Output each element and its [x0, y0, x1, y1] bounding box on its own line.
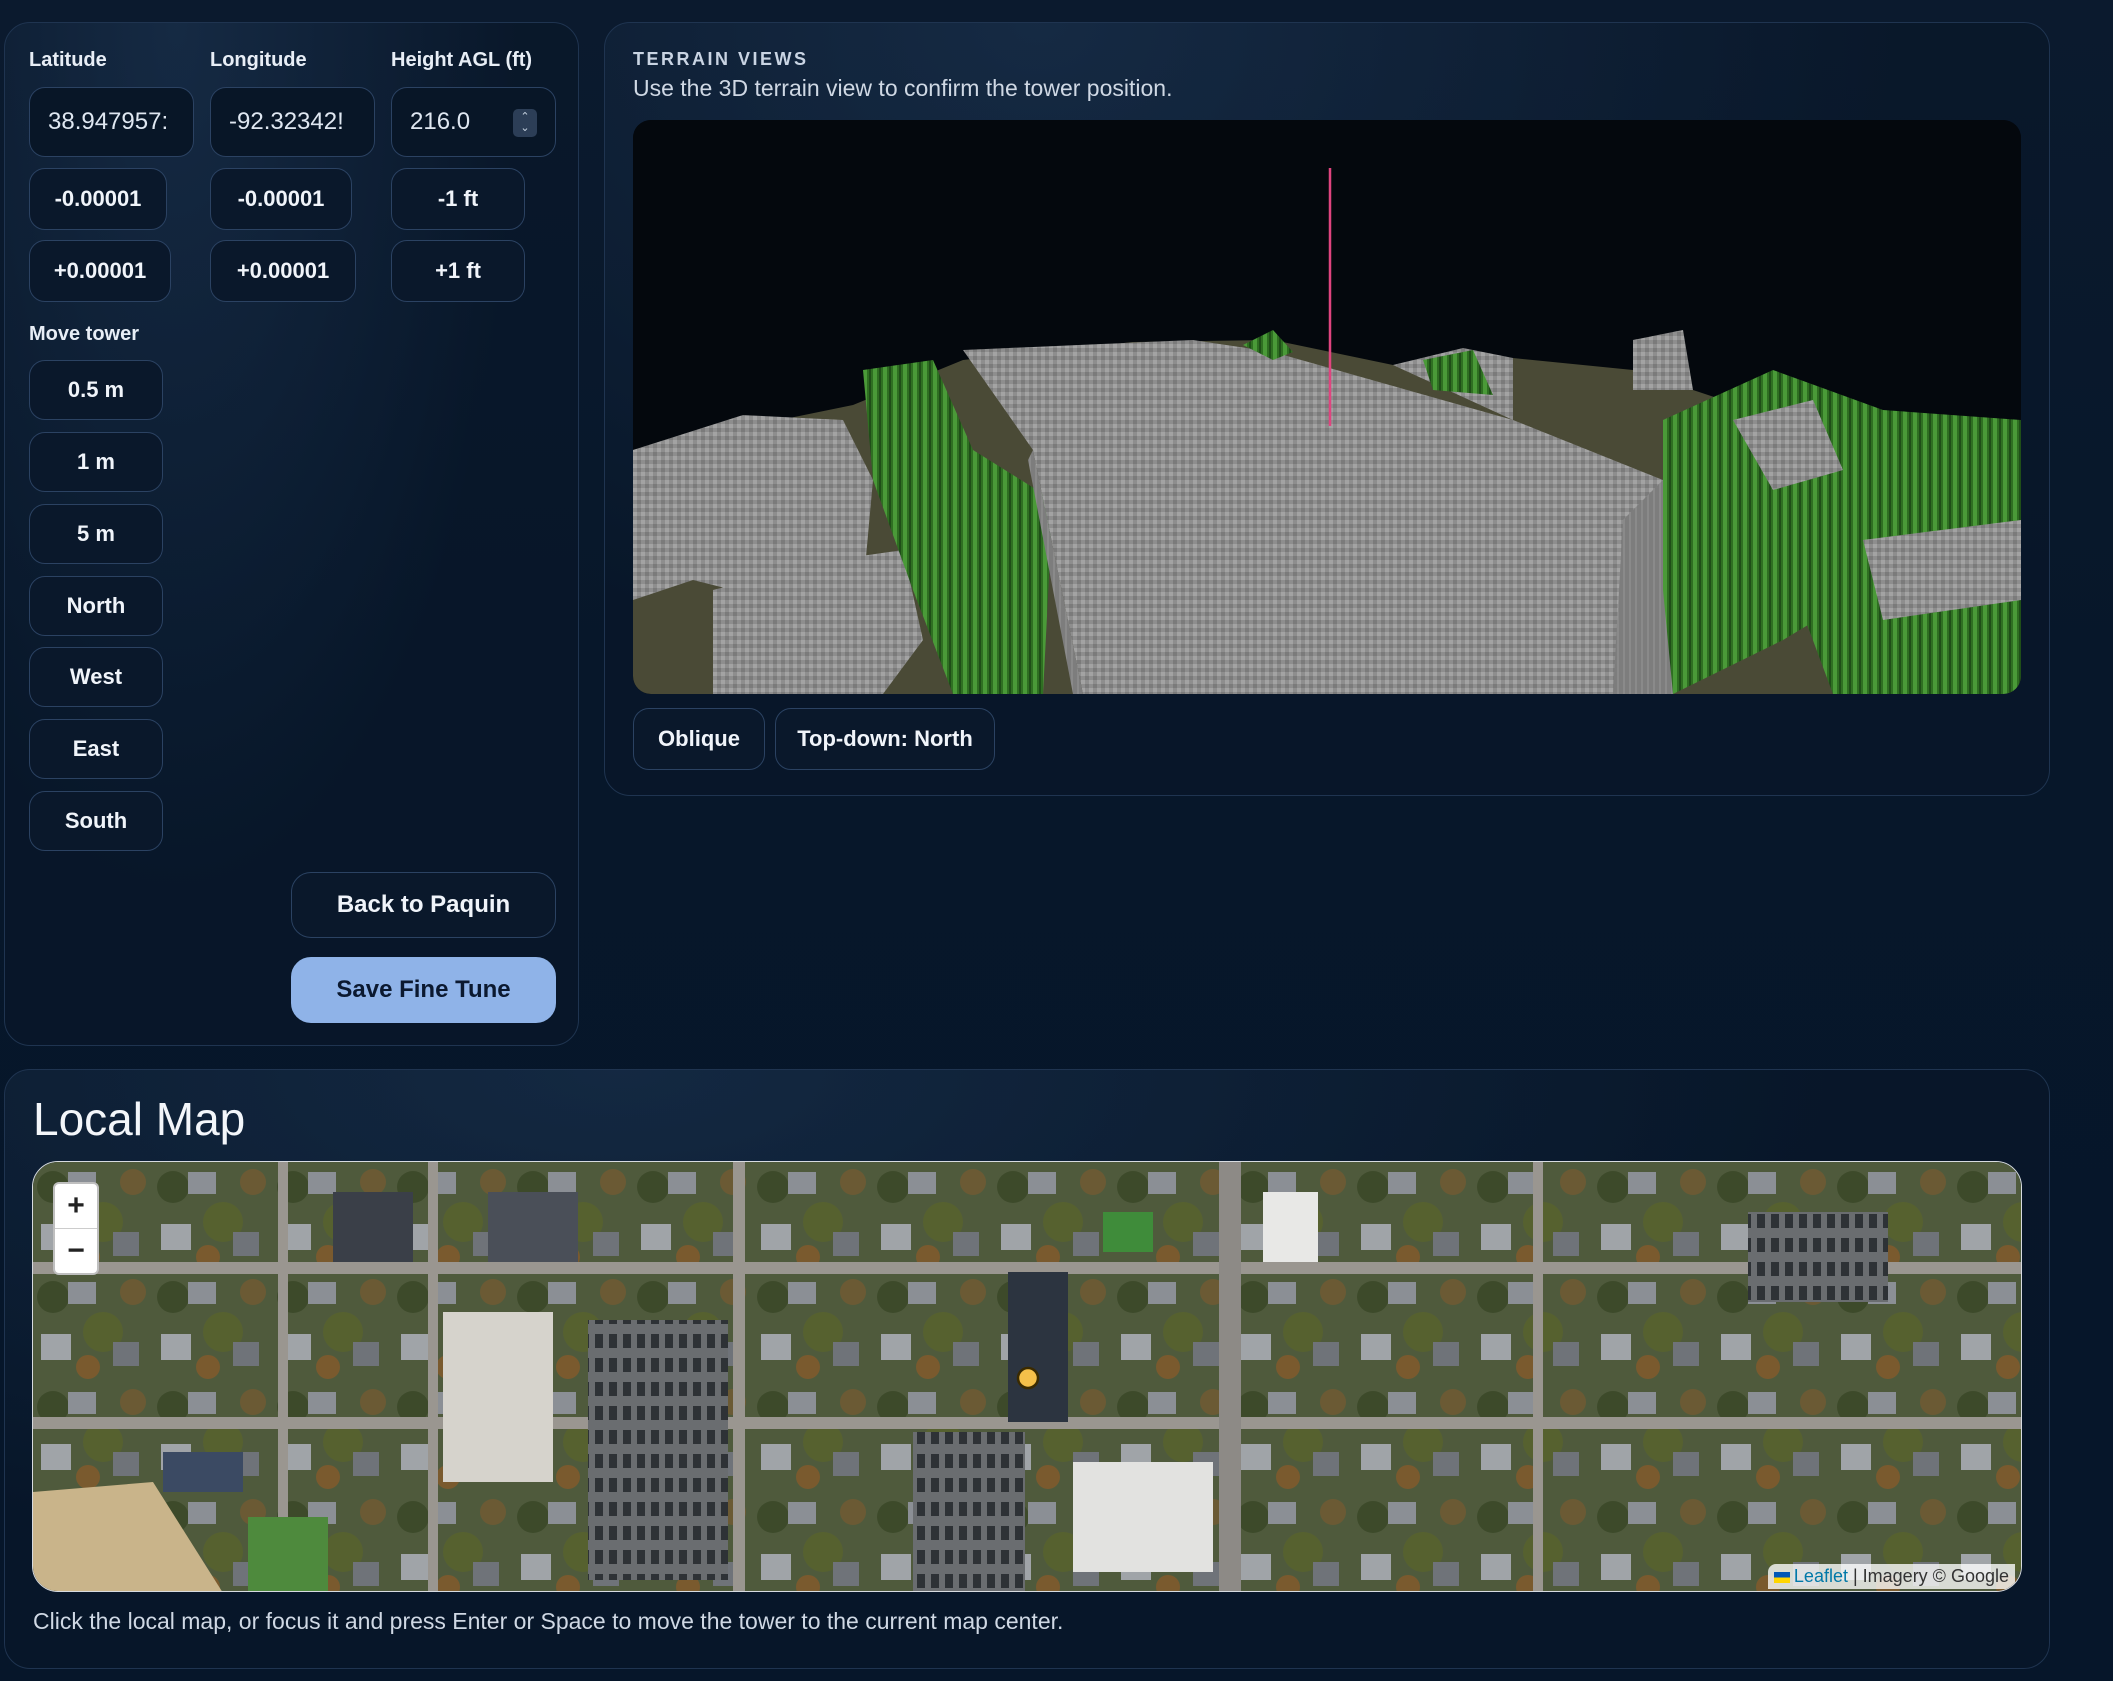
terrain-views-subtitle: Use the 3D terrain view to confirm the t… — [633, 75, 1173, 101]
latitude-label: Latitude — [29, 49, 107, 71]
move-east-button[interactable]: East — [29, 719, 163, 779]
zoom-out-button[interactable]: − — [55, 1228, 97, 1273]
local-map-panel: Local Map + − Leaflet | Imagery © Google… — [4, 1069, 2050, 1669]
terrain-views-panel: TERRAIN VIEWS Use the 3D terrain view to… — [604, 22, 2050, 796]
step-1m-button[interactable]: 1 m — [29, 432, 163, 492]
move-south-button[interactable]: South — [29, 791, 163, 851]
ukraine-flag-icon — [1773, 1571, 1790, 1583]
local-map-hint: Click the local map, or focus it and pre… — [33, 1608, 1064, 1634]
step-0-5m-button[interactable]: 0.5 m — [29, 360, 163, 420]
back-to-paquin-button[interactable]: Back to Paquin — [291, 872, 556, 938]
oblique-view-button[interactable]: Oblique — [633, 708, 765, 770]
terrain-views-heading: TERRAIN VIEWS — [633, 49, 809, 69]
height-input[interactable]: 216.0 ⌃ ⌄ — [391, 87, 556, 157]
height-label: Height AGL (ft) — [391, 49, 533, 71]
zoom-control: + − — [53, 1182, 99, 1275]
save-fine-tune-button[interactable]: Save Fine Tune — [291, 957, 556, 1023]
fine-tune-controls-panel: Latitude Longitude Height AGL (ft) 38.94… — [4, 22, 579, 1046]
move-tower-label: Move tower — [29, 323, 140, 345]
longitude-label: Longitude — [210, 49, 307, 71]
longitude-minus-button[interactable]: -0.00001 — [210, 168, 352, 230]
move-north-button[interactable]: North — [29, 576, 163, 636]
local-map-title: Local Map — [33, 1093, 246, 1145]
latitude-value: 38.947957: — [48, 108, 169, 135]
longitude-value: -92.32342! — [229, 108, 344, 135]
height-value: 216.0 — [410, 108, 471, 135]
map-attribution: Leaflet | Imagery © Google — [1767, 1564, 2015, 1589]
terrain-3d-viewer[interactable] — [633, 120, 2021, 694]
height-spinner-icon[interactable]: ⌃ ⌄ — [513, 109, 537, 137]
longitude-plus-button[interactable]: +0.00001 — [210, 240, 356, 302]
zoom-in-button[interactable]: + — [55, 1184, 97, 1228]
terrain-3d-scene — [633, 120, 2021, 694]
latitude-minus-button[interactable]: -0.00001 — [29, 168, 167, 230]
imagery-attribution: | Imagery © Google — [1852, 1566, 2009, 1586]
move-west-button[interactable]: West — [29, 647, 163, 707]
tower-marker — [1016, 1366, 1040, 1390]
longitude-input[interactable]: -92.32342! — [210, 87, 375, 157]
latitude-input[interactable]: 38.947957: — [29, 87, 194, 157]
latitude-plus-button[interactable]: +0.00001 — [29, 240, 171, 302]
satellite-imagery — [33, 1162, 2021, 1591]
height-minus-button[interactable]: -1 ft — [391, 168, 525, 230]
leaflet-link[interactable]: Leaflet — [1794, 1566, 1848, 1586]
height-plus-button[interactable]: +1 ft — [391, 240, 525, 302]
step-5m-button[interactable]: 5 m — [29, 504, 163, 564]
top-down-north-view-button[interactable]: Top-down: North — [775, 708, 995, 770]
local-map[interactable]: + − Leaflet | Imagery © Google — [32, 1161, 2022, 1592]
